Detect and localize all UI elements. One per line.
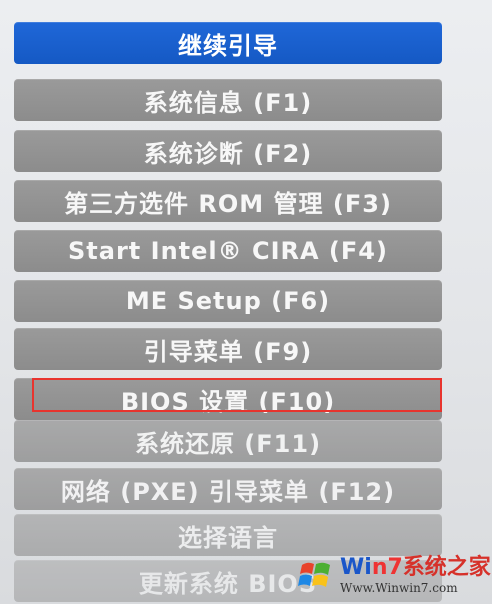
menu-item-system-information[interactable]: 系统信息 (F1) — [14, 79, 442, 121]
watermark-brand-cn: 系统之家 — [402, 554, 491, 580]
menu-item-boot-menu[interactable]: 引导菜单 (F9) — [14, 328, 442, 370]
menu-item-label: 系统还原 (F11) — [134, 429, 322, 458]
watermark-brand-win: Wi — [340, 554, 372, 580]
watermark-brand-n: n — [371, 554, 388, 580]
menu-item-label: 系统诊断 (F2) — [143, 139, 313, 168]
menu-item-system-recovery[interactable]: 系统还原 (F11) — [14, 420, 442, 462]
menu-item-label: 更新系统 BIOS — [138, 569, 318, 598]
watermark-text: Win7系统之家 Www.Winwin7.com — [340, 554, 491, 595]
menu-item-label: 继续引导 — [178, 31, 278, 60]
menu-item-label: 选择语言 — [178, 523, 278, 552]
menu-item-label: 引导菜单 (F9) — [143, 337, 313, 366]
menu-item-option-rom-management[interactable]: 第三方选件 ROM 管理 (F3) — [14, 180, 442, 222]
watermark-brand-7: 7 — [387, 554, 403, 580]
menu-item-label: 网络 (PXE) 引导菜单 (F12) — [60, 477, 396, 506]
menu-item-label: ME Setup (F6) — [125, 287, 331, 315]
menu-item-network-boot[interactable]: 网络 (PXE) 引导菜单 (F12) — [14, 468, 442, 510]
watermark-brand: Win7系统之家 — [340, 554, 491, 580]
windows-logo-icon — [296, 555, 336, 595]
menu-item-label: 系统信息 (F1) — [143, 88, 313, 117]
menu-item-start-intel-cira[interactable]: Start Intel® CIRA (F4) — [14, 230, 442, 272]
menu-item-label: Start Intel® CIRA (F4) — [68, 237, 388, 265]
bios-boot-screen: 继续引导 系统信息 (F1) 系统诊断 (F2) 第三方选件 ROM 管理 (F… — [0, 0, 492, 604]
annotation-highlight-box — [32, 378, 442, 412]
menu-item-continue-boot[interactable]: 继续引导 — [14, 22, 442, 64]
menu-item-system-diagnostics[interactable]: 系统诊断 (F2) — [14, 130, 442, 172]
watermark-url: Www.Winwin7.com — [340, 580, 458, 595]
menu-item-me-setup[interactable]: ME Setup (F6) — [14, 280, 442, 322]
menu-item-label: 第三方选件 ROM 管理 (F3) — [64, 189, 392, 218]
watermark: Win7系统之家 Www.Winwin7.com — [296, 550, 491, 600]
